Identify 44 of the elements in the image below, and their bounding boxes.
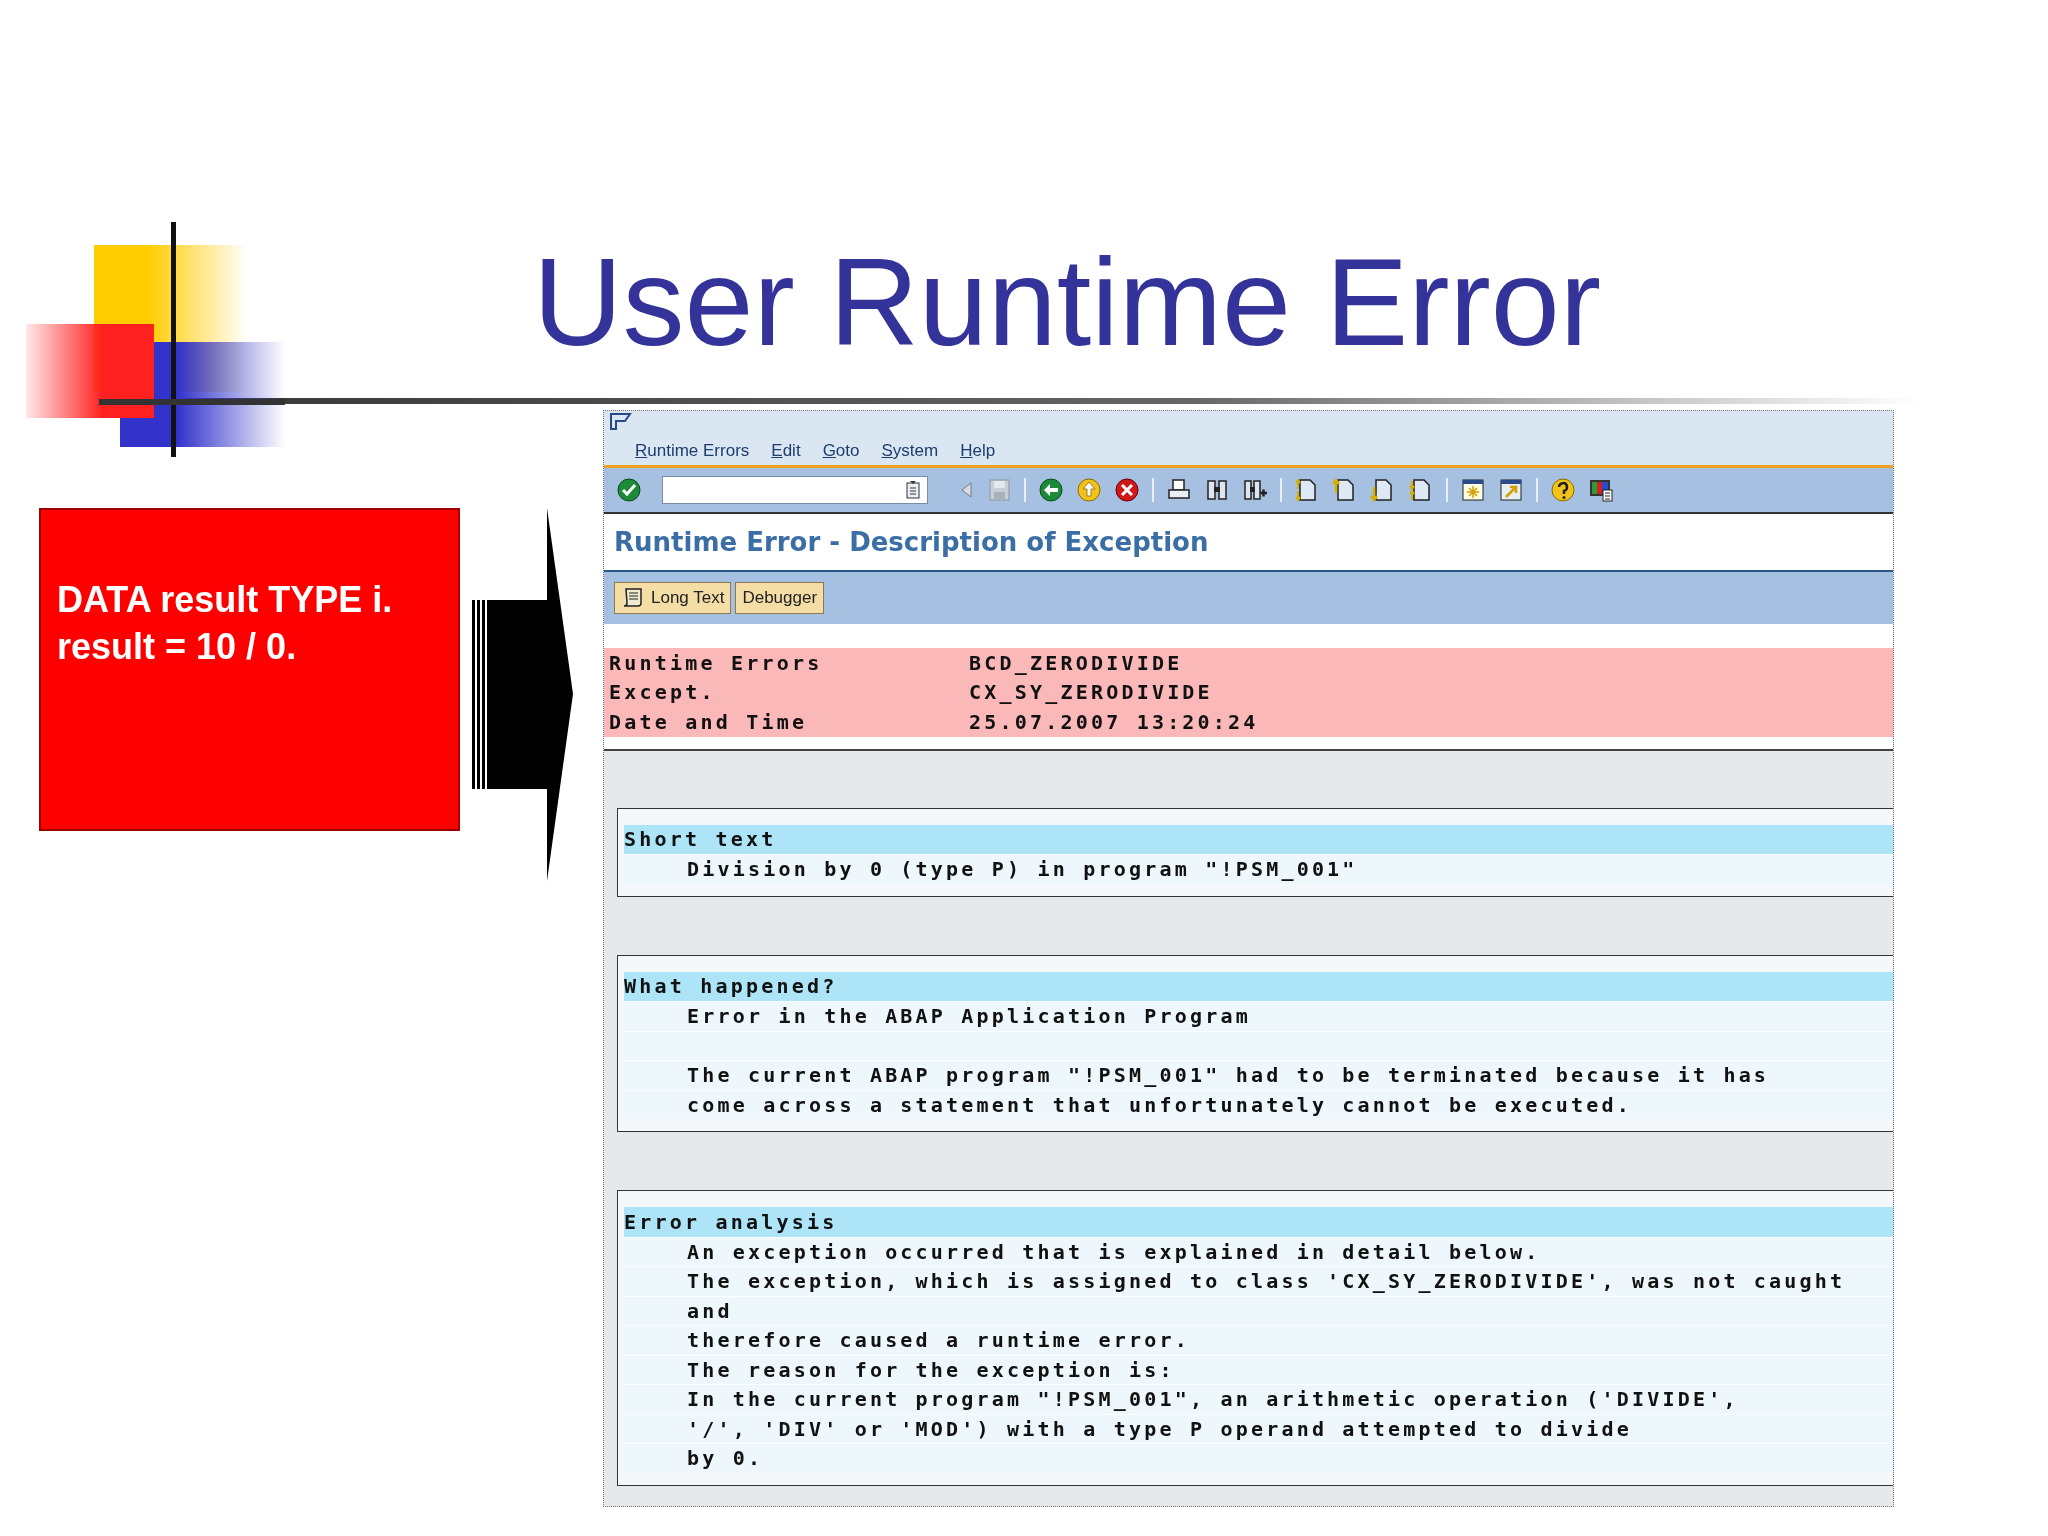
field-label: Date and Time [609,709,809,734]
window-menu-icon[interactable] [610,413,632,431]
field-value: CX_SY_ZERODIVIDE [969,680,1213,705]
menu-item[interactable]: System [881,440,939,465]
screen-title: Runtime Error - Description of Exception [614,527,1209,557]
menu-item[interactable]: Runtime Errors [635,440,750,465]
section-text-line: '/', 'DIV' or 'MOD') with a type P operand attempted to divide [687,1416,1632,1441]
field-label: Except. [609,680,717,705]
section-text-line: by 0. [687,1446,764,1471]
menu-item[interactable]: Edit [771,440,801,465]
section-text-line: The current ABAP program "!PSM_001" had to be terminated because it has [687,1063,1770,1088]
toolbar-button[interactable]: Debugger [735,582,825,614]
binoculars-icon[interactable] [1204,477,1230,503]
list-icon[interactable] [906,481,920,499]
section-text-line: In the current program "!PSM_001", an arithmetic operation ('DIVIDE', [687,1387,1739,1412]
field-value: 25.07.2007 13:20:24 [969,709,1259,734]
new-window-icon[interactable] [1460,477,1486,503]
menu-item[interactable]: Goto [822,440,860,465]
field-value: BCD_ZERODIVIDE [969,650,1183,675]
toolbar-button[interactable]: Long Text [614,582,732,614]
section-title: Error analysis [624,1209,838,1234]
checkmark-icon[interactable] [616,477,642,503]
section-text-line: Division by 0 (type P) in program "!PSM_001" [687,857,1358,882]
slide-title: User Runtime Error [532,232,1602,373]
field-label: Runtime Errors [609,650,824,675]
scroll-icon [621,587,645,609]
section-text-line: The reason for the exception is: [687,1357,1175,1382]
section-text-line: therefore caused a runtime error. [687,1328,1190,1353]
section-text-line: come across a statement that unfortunately cannot be executed. [687,1092,1632,1117]
shortcut-icon[interactable] [1498,477,1524,503]
section-title: Short text [624,827,777,852]
section-text-line: An exception occurred that is explained in detail below. [687,1239,1541,1264]
code-line: result = 10 / 0. [57,625,297,669]
monitor-icon[interactable] [1588,477,1614,503]
section-text-line: The exception, which is assigned to class 'CX_SY_ZERODIVIDE', was not caught [687,1269,1846,1294]
command-field[interactable] [662,476,928,504]
help-icon[interactable] [1550,477,1576,503]
section-text-line: Error in the ABAP Application Program [687,1004,1251,1029]
binoculars-plus-icon[interactable] [1242,477,1268,503]
cancel-icon[interactable] [1114,477,1140,503]
section-title: What happened? [624,974,838,999]
code-line: DATA result TYPE i. [57,578,393,622]
menu-item[interactable]: Help [960,440,996,465]
section-text-line: and [687,1298,733,1323]
